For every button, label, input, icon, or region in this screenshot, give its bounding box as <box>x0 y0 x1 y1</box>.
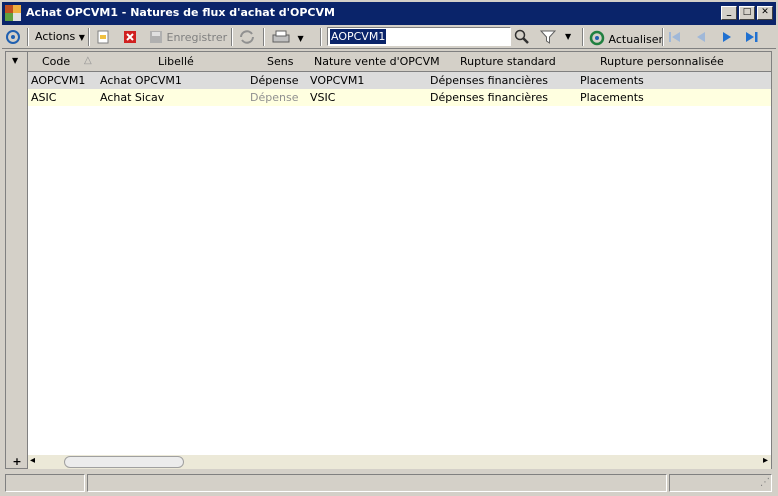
cell-rupture-personnalisee: Placements <box>580 91 644 104</box>
new-icon[interactable] <box>96 27 110 47</box>
separator <box>88 28 90 46</box>
grid-header: Code △ Libellé Sens Nature vente d'OPCVM… <box>28 52 771 72</box>
last-page-icon[interactable] <box>744 27 760 47</box>
separator <box>263 28 265 46</box>
separator <box>662 28 664 46</box>
chevron-down-icon[interactable]: ▼ <box>565 27 571 47</box>
cell-code: ASIC <box>31 91 57 104</box>
separator <box>320 28 322 46</box>
add-row-button[interactable]: + <box>10 455 24 468</box>
print-button[interactable]: ▼ <box>272 27 304 47</box>
table-row[interactable]: AOPCVM1 Achat OPCVM1 Dépense VOPCVM1 Dép… <box>28 72 771 89</box>
column-header-nature-vente[interactable]: Nature vente d'OPCVM <box>314 55 440 68</box>
next-page-icon[interactable] <box>720 27 734 47</box>
column-menu-icon[interactable]: ▼ <box>12 56 18 65</box>
printer-icon <box>272 30 290 43</box>
chevron-down-icon: ▼ <box>78 33 85 42</box>
scroll-left-icon[interactable]: ◂ <box>30 455 35 466</box>
search-value: AOPCVM1 <box>330 29 387 44</box>
window-title: Achat OPCVM1 - Natures de flux d'achat d… <box>26 6 335 19</box>
status-bar: ⋰ <box>5 472 772 492</box>
status-pane <box>669 474 772 492</box>
save-label: Enregistrer <box>166 31 228 44</box>
cell-rupture-standard: Dépenses financières <box>430 91 548 104</box>
title-bar: Achat OPCVM1 - Natures de flux d'achat d… <box>0 0 778 25</box>
resize-grip-icon[interactable]: ⋰ <box>760 477 770 488</box>
column-header-rupture-personnalisee[interactable]: Rupture personnalisée <box>600 55 724 68</box>
scrollbar-thumb[interactable] <box>64 456 184 468</box>
column-header-libelle[interactable]: Libellé <box>158 55 194 68</box>
refresh-button[interactable]: Actualiser <box>589 27 663 47</box>
search-input[interactable]: AOPCVM1 <box>327 27 511 46</box>
actions-label: Actions <box>35 30 76 43</box>
actions-button[interactable]: Actions ▼ <box>35 27 85 47</box>
search-icon[interactable] <box>514 27 530 47</box>
column-header-code[interactable]: Code <box>42 55 70 68</box>
separator <box>231 28 233 46</box>
filter-icon[interactable] <box>539 27 557 47</box>
row-selector-column: ▼ <box>6 52 28 468</box>
cell-libelle: Achat Sicav <box>100 91 165 104</box>
app-icon <box>5 5 21 21</box>
refresh-icon <box>589 30 605 46</box>
refresh-label: Actualiser <box>608 33 664 46</box>
scroll-right-icon[interactable]: ▸ <box>763 455 768 466</box>
cell-sens: Dépense <box>250 74 299 87</box>
data-grid: ▼ Code △ Libellé Sens Nature vente d'OPC… <box>5 51 772 469</box>
column-header-rupture-standard[interactable]: Rupture standard <box>460 55 556 68</box>
toolbar: Actions ▼ Enregistrer ▼ AOPCVM1 ▼ Actual… <box>2 25 776 49</box>
chevron-down-icon: ▼ <box>297 34 304 43</box>
table-row[interactable]: ASIC Achat Sicav Dépense VSIC Dépenses f… <box>28 89 771 106</box>
cell-nature-vente: VOPCVM1 <box>310 74 365 87</box>
sync-icon[interactable] <box>238 27 256 47</box>
horizontal-scrollbar[interactable]: ◂ ▸ <box>28 455 771 469</box>
maximize-button[interactable]: □ <box>739 6 755 20</box>
delete-icon[interactable] <box>123 27 137 47</box>
save-icon <box>150 31 162 43</box>
save-button[interactable]: Enregistrer <box>149 27 227 47</box>
cell-code: AOPCVM1 <box>31 74 86 87</box>
separator <box>582 28 584 46</box>
column-header-sens[interactable]: Sens <box>267 55 293 68</box>
previous-page-icon[interactable] <box>694 27 708 47</box>
cell-libelle: Achat OPCVM1 <box>100 74 182 87</box>
target-icon[interactable] <box>6 27 20 47</box>
sort-ascending-icon: △ <box>84 55 92 66</box>
first-page-icon[interactable] <box>668 27 682 47</box>
close-button[interactable]: ✕ <box>757 6 773 20</box>
status-pane <box>87 474 667 492</box>
minimize-button[interactable]: _ <box>721 6 737 20</box>
separator <box>27 28 29 46</box>
status-pane <box>5 474 85 492</box>
cell-sens: Dépense <box>250 91 299 104</box>
cell-nature-vente: VSIC <box>310 91 336 104</box>
cell-rupture-standard: Dépenses financières <box>430 74 548 87</box>
cell-rupture-personnalisee: Placements <box>580 74 644 87</box>
